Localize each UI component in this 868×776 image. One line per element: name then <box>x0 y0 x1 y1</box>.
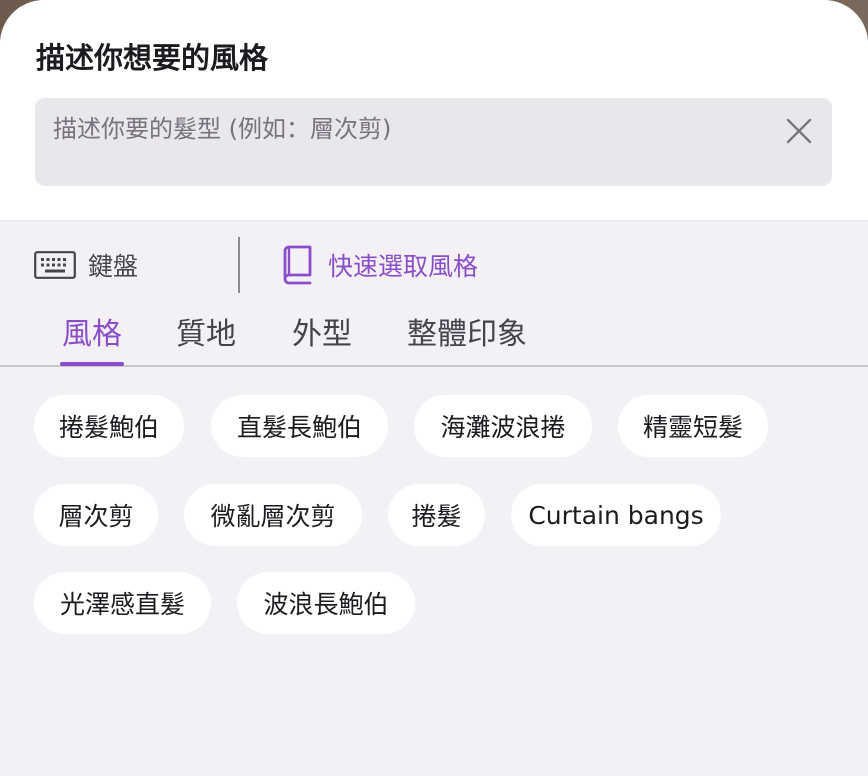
quick-select-style-button[interactable]: 快速選取風格 <box>280 243 478 287</box>
style-category-tabs: 風格 質地 外型 整體印象 <box>0 311 868 367</box>
style-chip[interactable]: 直髮長鮑伯 <box>211 395 388 457</box>
active-tab-indicator <box>60 362 124 366</box>
tab-texture[interactable]: 質地 <box>176 315 236 355</box>
book-icon <box>283 245 312 285</box>
quick-select-label: 快速選取風格 <box>328 252 479 281</box>
style-chip[interactable]: 捲髮 <box>388 484 485 546</box>
style-picker-panel: 鍵盤 快速選取風格 風格 質地 外型 整體印象 捲髮鮑伯 直髮長鮑伯 海灘波浪捲… <box>0 220 868 776</box>
search-box[interactable] <box>35 98 832 186</box>
tab-overall-impression[interactable]: 整體印象 <box>407 315 527 355</box>
style-chip[interactable]: 微亂層次剪 <box>184 484 362 546</box>
style-chip[interactable]: 捲髮鮑伯 <box>34 395 184 457</box>
keyboard-icon <box>34 251 76 279</box>
clear-button[interactable] <box>783 115 815 147</box>
style-chip[interactable]: 精靈短髮 <box>618 395 768 457</box>
keyboard-button[interactable]: 鍵盤 <box>34 243 138 287</box>
style-chip[interactable]: 層次剪 <box>34 484 158 546</box>
style-description-input[interactable] <box>53 112 753 146</box>
tab-shape[interactable]: 外型 <box>292 315 352 355</box>
input-mode-toolbar: 鍵盤 快速選取風格 <box>0 221 868 311</box>
keyboard-label: 鍵盤 <box>88 252 139 281</box>
sheet-title: 描述你想要的風格 <box>36 41 269 75</box>
style-bottom-sheet: 描述你想要的風格 描述你要的髮型 (例如：層次剪) 鍵盤 快速選取風格 風格 質… <box>0 0 868 776</box>
style-chip[interactable]: 海灘波浪捲 <box>414 395 592 457</box>
sheet-header: 描述你想要的風格 <box>0 0 868 220</box>
style-chip[interactable]: Curtain bangs <box>511 484 721 546</box>
toolbar-divider <box>238 237 240 293</box>
tab-style[interactable]: 風格 <box>62 315 122 355</box>
close-icon <box>786 118 812 144</box>
style-chip[interactable]: 波浪長鮑伯 <box>237 572 415 634</box>
style-chip[interactable]: 光澤感直髮 <box>34 572 211 634</box>
